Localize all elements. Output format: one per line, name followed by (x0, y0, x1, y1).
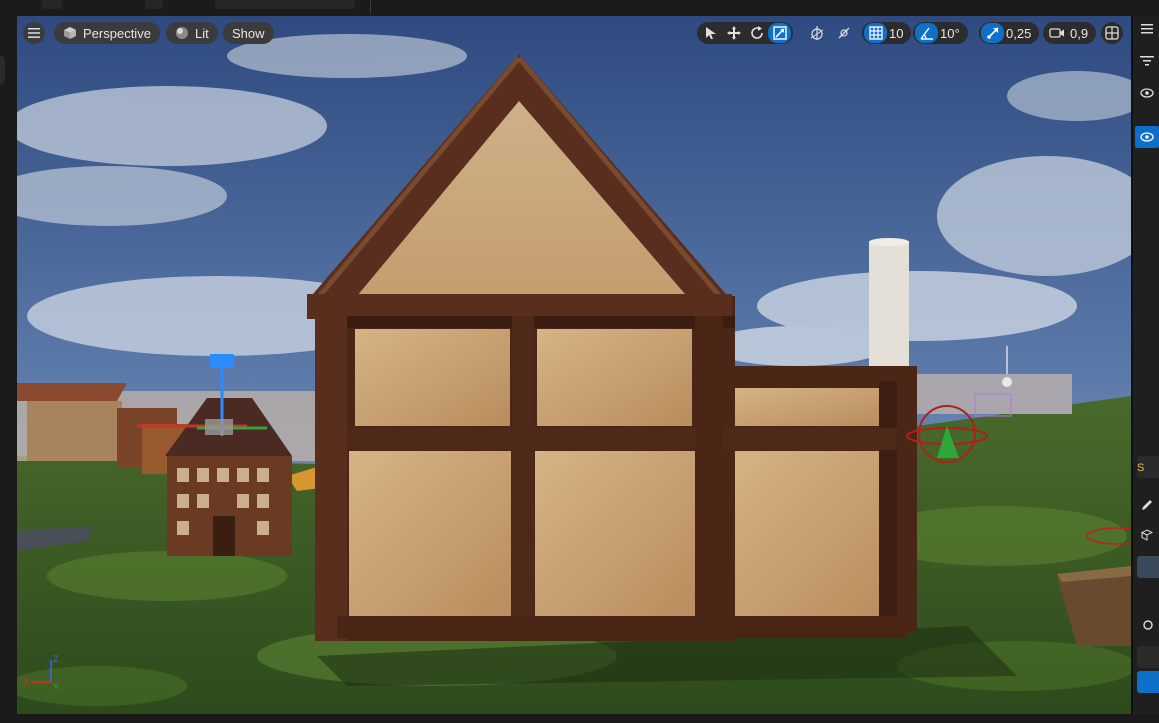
eye-icon (1140, 88, 1154, 98)
axis-indicator: Z X Y (23, 654, 59, 692)
details-tab-letter: S (1137, 462, 1145, 474)
scale-snap-icon (986, 27, 999, 39)
angle-icon (919, 27, 933, 40)
viewport-menu-button[interactable] (23, 22, 45, 44)
pillar-top (869, 238, 909, 246)
tab-fragment[interactable] (215, 0, 355, 9)
rotation-snap-value[interactable]: 10° (938, 26, 966, 41)
viewport-menu-group (23, 22, 45, 44)
show-menu-group: Show (223, 22, 274, 44)
pencil-icon (1142, 500, 1152, 510)
distant-house (27, 401, 122, 461)
scale-snap-group: 0,25 (979, 22, 1040, 44)
roof-distant (17, 383, 127, 401)
static-mesh-icon[interactable] (1135, 524, 1159, 546)
list-icon (1141, 24, 1153, 34)
hamburger-icon (28, 28, 40, 38)
grid-snap-value[interactable]: 10 (887, 26, 909, 41)
edit-pencil-icon[interactable] (1135, 494, 1159, 516)
perspective-label: Perspective (83, 25, 151, 41)
axis-y-label: Y (53, 682, 59, 692)
level-viewport[interactable]: Perspective Lit Show 10 10° 0,25 0,9 Z X… (17, 16, 1131, 714)
cursor-icon (705, 27, 716, 39)
mesh-cube-icon (1141, 529, 1153, 541)
scale-icon (772, 26, 787, 40)
scale-snap-value[interactable]: 0,25 (1004, 26, 1037, 41)
rotate-icon (750, 26, 763, 39)
tab-fragment[interactable] (145, 0, 163, 9)
scale-snap-toggle[interactable] (981, 23, 1004, 43)
camera-speed-button[interactable] (1045, 23, 1068, 43)
top-menu-bar (0, 0, 1159, 16)
search-icon[interactable] (1135, 614, 1159, 636)
grid-icon (868, 26, 883, 40)
left-panel-handle[interactable] (0, 56, 5, 84)
select-tool-button[interactable] (699, 23, 722, 43)
camera-icon (1048, 28, 1064, 38)
lit-menu-group: Lit (166, 22, 218, 44)
property-checkbox[interactable] (1137, 671, 1159, 693)
show-button[interactable]: Show (223, 22, 274, 44)
scene-render[interactable] (17, 16, 1131, 714)
axis-x-label: X (23, 677, 29, 687)
lit-sphere-icon (176, 27, 188, 39)
coordinate-system-button[interactable] (805, 23, 828, 43)
layout-grid-icon (1105, 26, 1119, 40)
outliner-icon[interactable] (1135, 18, 1159, 40)
eye-icon (1140, 132, 1154, 142)
mesh-thumbnail[interactable] (1137, 556, 1159, 578)
magnifier-icon (1143, 620, 1153, 630)
grid-snap-toggle[interactable] (864, 23, 887, 43)
filter-lines-icon (1140, 56, 1154, 66)
layout-group (1101, 22, 1123, 44)
camera-speed-value[interactable]: 0,9 (1068, 26, 1094, 41)
visibility-eye-icon-selected[interactable] (1135, 126, 1159, 148)
surface-snap-group (832, 22, 855, 44)
pillar (869, 241, 909, 371)
viewport-layout-button[interactable] (1101, 22, 1123, 44)
world-axis-icon (810, 26, 823, 40)
rotation-snap-group: 10° (913, 22, 968, 44)
coord-system-group (805, 22, 828, 44)
axis-z-label: Z (53, 654, 59, 664)
view-mode-button[interactable]: Lit (166, 22, 218, 44)
grid-snap-group: 10 (862, 22, 912, 44)
transform-tools-group (697, 22, 793, 44)
visibility-eye-icon[interactable] (1135, 82, 1159, 104)
camera-speed-group: 0,9 (1043, 22, 1097, 44)
translate-tool-button[interactable] (722, 23, 745, 43)
details-panel-collapsed: S (1131, 16, 1159, 723)
divider (370, 0, 371, 14)
show-label: Show (232, 25, 265, 41)
move-icon (726, 26, 741, 40)
lit-label: Lit (195, 25, 209, 41)
rotate-tool-button[interactable] (745, 23, 768, 43)
left-panel-strip (0, 16, 17, 723)
bottom-status-bar (0, 714, 1159, 723)
rotation-snap-toggle[interactable] (915, 23, 938, 43)
scale-tool-button[interactable] (768, 23, 791, 43)
filter-icon[interactable] (1135, 50, 1159, 72)
tab-fragment[interactable] (42, 0, 62, 9)
cube-icon (64, 27, 76, 39)
perspective-menu-group: Perspective (54, 22, 160, 44)
perspective-button[interactable]: Perspective (54, 22, 160, 44)
property-field[interactable] (1137, 646, 1159, 668)
surface-snap-button[interactable] (832, 23, 855, 43)
surface-snap-icon (838, 27, 849, 39)
